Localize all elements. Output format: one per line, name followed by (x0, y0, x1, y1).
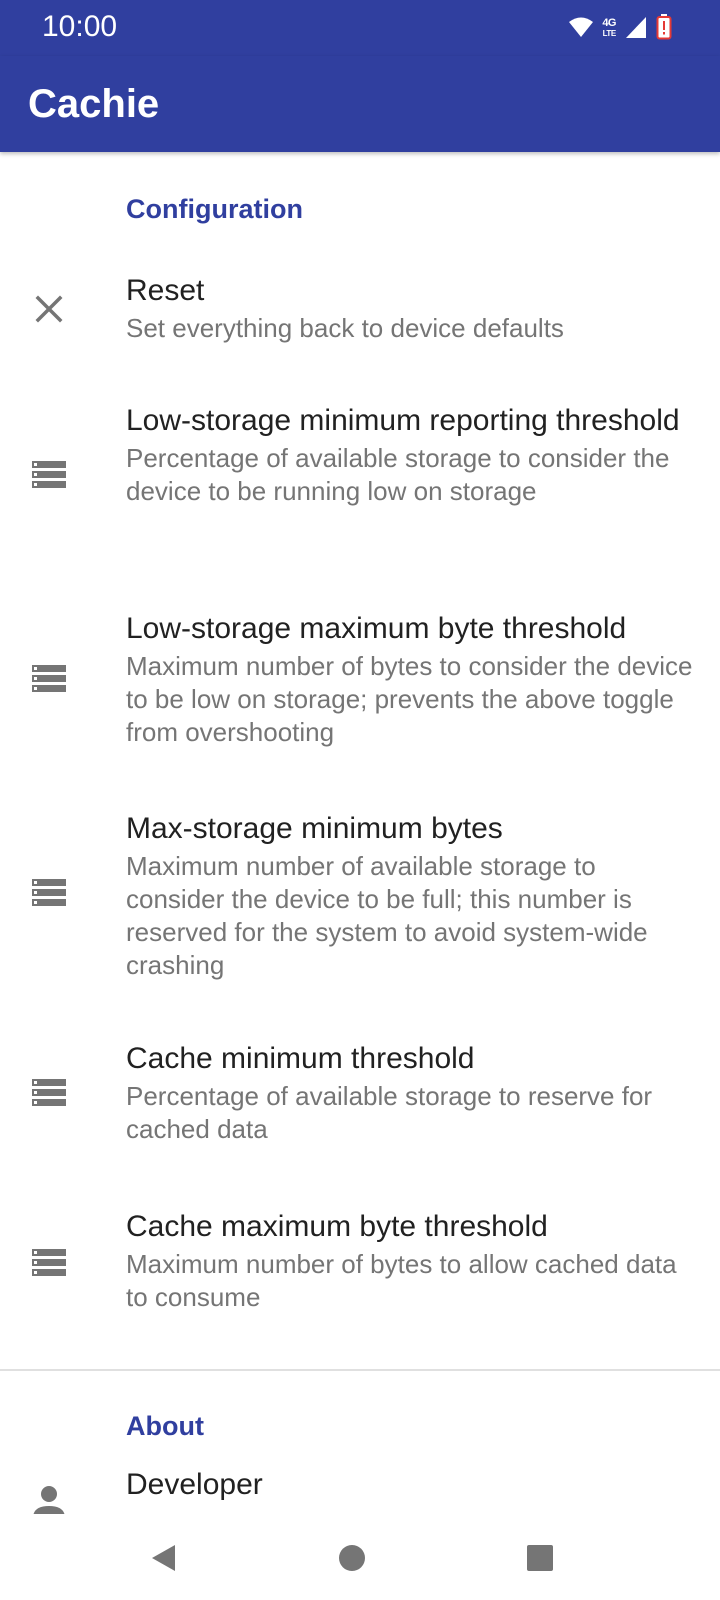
pref-title: Cache minimum threshold (126, 1042, 475, 1075)
pref-item-developer[interactable]: Developer (0, 1452, 720, 1514)
preferences-list[interactable]: Configuration Reset Set everything back … (0, 152, 720, 1514)
status-bar: 10:00 4G LTE (0, 0, 720, 56)
pref-title: Developer (126, 1468, 263, 1501)
pref-item-reset[interactable]: Reset Set everything back to device defa… (0, 256, 720, 366)
screen: 10:00 4G LTE Cachie Configuration Reset … (0, 0, 720, 1600)
status-time: 10:00 (42, 10, 118, 43)
storage-list-icon (32, 1249, 66, 1276)
pref-text: Reset Set everything back to device defa… (126, 272, 694, 345)
network-type: 4G (602, 16, 616, 29)
pref-summary: Maximum number of bytes to allow cached … (126, 1249, 677, 1312)
category-header-about: About (126, 1411, 204, 1441)
pref-text: Max-storage minimum bytes Maximum number… (126, 810, 694, 982)
signal-icon (626, 17, 646, 38)
pref-summary: Percentage of available storage to consi… (126, 443, 670, 506)
pref-summary: Maximum number of available storage to c… (126, 851, 648, 980)
storage-list-icon (32, 879, 66, 906)
pref-item-cache-min-threshold[interactable]: Cache minimum threshold Percentage of av… (0, 1032, 720, 1172)
pref-item-low-storage-max-bytes[interactable]: Low-storage maximum byte threshold Maxim… (0, 598, 720, 778)
recents-button[interactable] (516, 1534, 564, 1582)
back-icon (152, 1545, 175, 1571)
pref-summary: Maximum number of bytes to consider the … (126, 651, 693, 747)
pref-summary: Percentage of available storage to reser… (126, 1081, 653, 1144)
pref-item-low-storage-min-threshold[interactable]: Low-storage minimum reporting threshold … (0, 392, 720, 582)
pref-title: Max-storage minimum bytes (126, 812, 503, 845)
recents-icon (527, 1545, 553, 1571)
pref-text: Developer (126, 1466, 694, 1504)
pref-text: Low-storage minimum reporting threshold … (126, 402, 694, 508)
pref-title: Cache maximum byte threshold (126, 1210, 548, 1243)
back-button[interactable] (140, 1534, 188, 1582)
pref-title: Low-storage maximum byte threshold (126, 612, 627, 645)
pref-text: Cache maximum byte threshold Maximum num… (126, 1208, 694, 1314)
status-icons: 4G LTE (568, 12, 672, 42)
home-icon (339, 1545, 365, 1571)
home-button[interactable] (328, 1534, 376, 1582)
app-title: Cachie (28, 82, 160, 126)
section-divider (0, 1369, 720, 1371)
storage-list-icon (32, 665, 66, 692)
pref-title: Low-storage minimum reporting threshold (126, 404, 680, 437)
pref-summary: Set everything back to device defaults (126, 313, 564, 343)
pref-item-cache-max-bytes[interactable]: Cache maximum byte threshold Maximum num… (0, 1202, 720, 1342)
person-icon (33, 1486, 65, 1514)
app-bar: Cachie (0, 56, 720, 152)
wifi-icon (569, 17, 594, 37)
navigation-bar (0, 1514, 720, 1600)
battery-icon (656, 14, 672, 40)
close-icon (35, 295, 63, 323)
pref-title: Reset (126, 274, 205, 307)
category-header-configuration: Configuration (126, 194, 303, 224)
pref-text: Cache minimum threshold Percentage of av… (126, 1040, 694, 1146)
network-type-badge: 4G LTE (602, 17, 616, 38)
pref-text: Low-storage maximum byte threshold Maxim… (126, 610, 694, 749)
network-subtype: LTE (602, 28, 617, 38)
pref-item-max-storage-min-bytes[interactable]: Max-storage minimum bytes Maximum number… (0, 800, 720, 1010)
storage-list-icon (32, 1079, 66, 1106)
storage-list-icon (32, 461, 66, 488)
